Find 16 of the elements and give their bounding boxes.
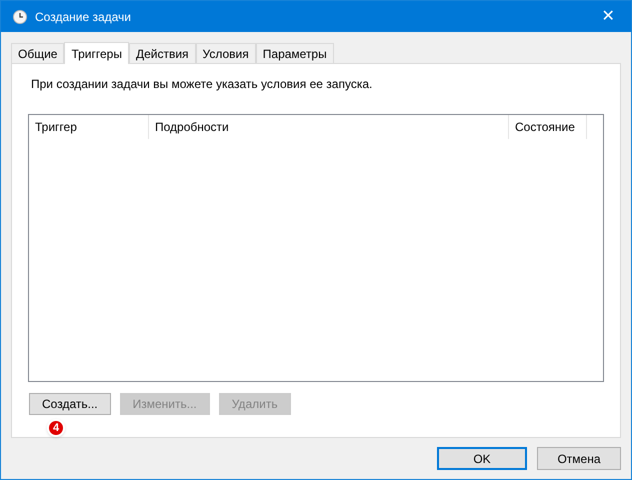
clock-icon (13, 10, 27, 24)
column-header[interactable]: Триггер (29, 115, 149, 139)
column-header[interactable]: Подробности (149, 115, 509, 139)
tab[interactable]: Условия (196, 43, 256, 63)
tab[interactable]: Параметры (256, 43, 334, 63)
column-header[interactable]: Состояние (509, 115, 587, 139)
tab[interactable]: Общие (11, 43, 64, 63)
dialog-button[interactable]: OK (437, 447, 527, 470)
window-title: Создание задачи (35, 8, 131, 26)
tab[interactable]: Триггеры (64, 42, 129, 64)
tab[interactable]: Действия (128, 43, 196, 63)
action-button[interactable]: Создать... (29, 393, 111, 415)
step-badge: 4 (47, 419, 65, 437)
dialog-button[interactable]: Отмена (537, 447, 621, 470)
intro-text: При создании задачи вы можете указать условия ее запуска. (31, 76, 374, 93)
close-button[interactable]: ✕ (585, 1, 631, 32)
